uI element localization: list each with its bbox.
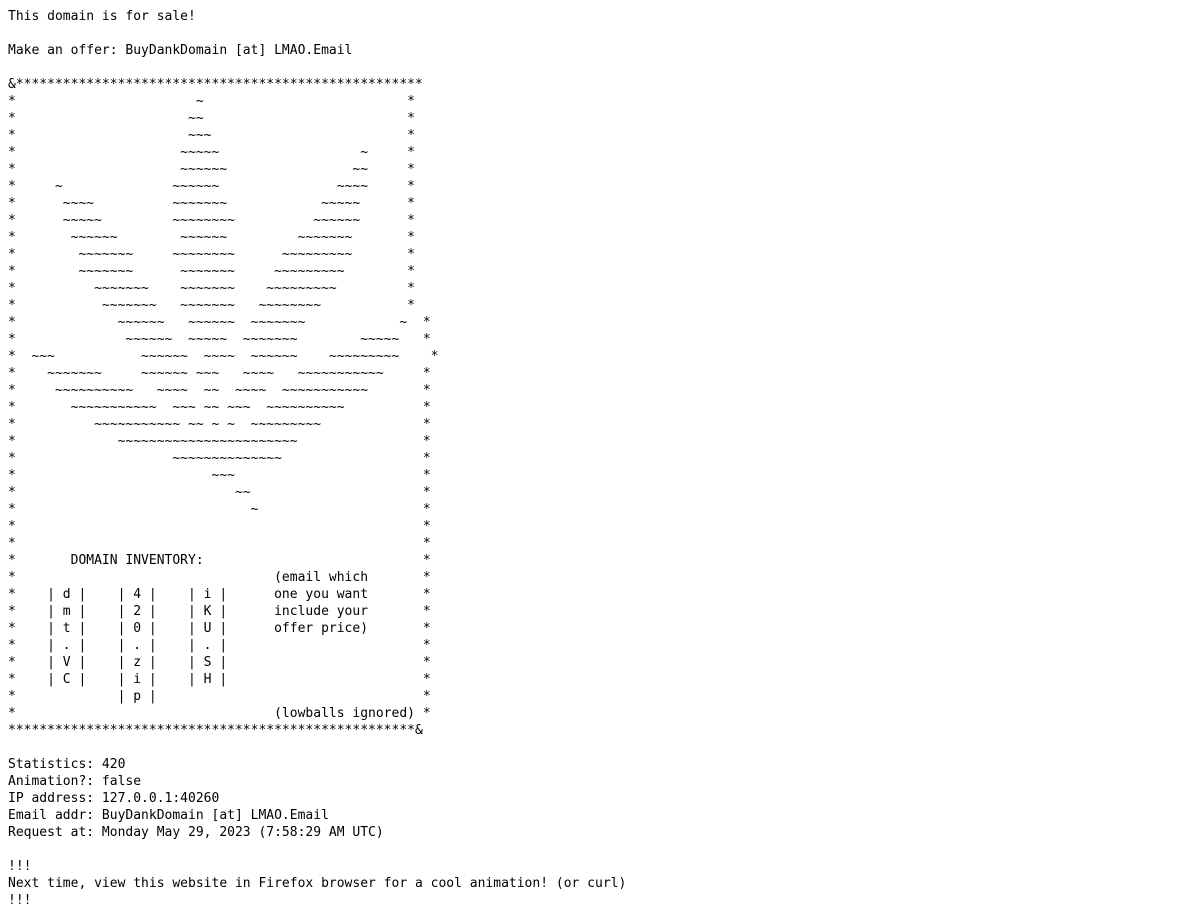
ascii-art-line: * ~ * <box>8 94 415 109</box>
ascii-art-line: * (email which * <box>8 570 431 585</box>
ascii-art-line: * ~~~~ ~~~~~~~ ~~~~~ * <box>8 196 415 211</box>
ascii-art-line: * DOMAIN INVENTORY: * <box>8 553 431 568</box>
ascii-art-line: * ~~~~~~~ ~~~~~~~ ~~~~~~~~~ * <box>8 264 415 279</box>
ascii-art-line: * | V | | z | | S | * <box>8 655 431 670</box>
ascii-art-line: * ~~~~~ ~ * <box>8 145 415 160</box>
ascii-art-line: * ~~~~~~~~~~~ ~~~ ~~ ~~~ ~~~~~~~~~~ * <box>8 400 431 415</box>
ascii-art-line: * | . | | . | | . | * <box>8 638 431 653</box>
ascii-art-line: * * <box>8 536 431 551</box>
request-time-line: Request at: Monday May 29, 2023 (7:58:29… <box>8 825 384 840</box>
ascii-art-line: * ~ * <box>8 502 431 517</box>
ascii-art-line: * ~~~ * <box>8 468 431 483</box>
ascii-art-line: * ~~~~~~~~~~~ ~~ ~ ~ ~~~~~~~~~ * <box>8 417 431 432</box>
ascii-art-box: * ~ * * ~~ * * ~~~ * * ~~~~~ ~ * * ~~~~~… <box>8 93 626 722</box>
offer-line: Make an offer: BuyDankDomain [at] LMAO.E… <box>8 43 353 58</box>
ascii-art-line: * ~~~~~~~ ~~~~~~~~ ~~~~~~~~~ * <box>8 247 415 262</box>
statistics-line: Statistics: 420 <box>8 757 126 772</box>
ascii-art-line: * | m | | 2 | | K | include your * <box>8 604 431 619</box>
bang-line-bottom: !!! <box>8 893 32 908</box>
animation-line: Animation?: false <box>8 774 142 789</box>
ascii-art-line: * ~~~~~~~~~~~~~~ * <box>8 451 431 466</box>
ascii-art-line: * ~~~~~~ ~~~~~~ ~~~~~~~ * <box>8 230 415 245</box>
ascii-art-line: * | d | | 4 | | i | one you want * <box>8 587 431 602</box>
ascii-art-line: * ~~~~~ ~~~~~~~~ ~~~~~~ * <box>8 213 415 228</box>
ascii-art-line: * ~~~ ~~~~~~ ~~~~ ~~~~~~ ~~~~~~~~~ * <box>8 349 439 364</box>
art-bottom-border: ****************************************… <box>8 723 423 738</box>
ascii-art-line: * ~~~~~~~ ~~~~~~~ ~~~~~~~~~ * <box>8 281 415 296</box>
email-address-line: Email addr: BuyDankDomain [at] LMAO.Emai… <box>8 808 329 823</box>
ascii-art-line: * ~~~~~~ ~~~~~~ ~~~~~~~ ~ * <box>8 315 431 330</box>
ascii-art-line: * ~~~~~~ ~~~~~ ~~~~~~~ ~~~~~ * <box>8 332 431 347</box>
ascii-art-line: * ~~~~~~~ ~~~~~~~ ~~~~~~~~ * <box>8 298 415 313</box>
ascii-art-line: * ~~~~~~ ~~ * <box>8 162 415 177</box>
ascii-art-line: * ~~~ * <box>8 128 415 143</box>
ascii-art-line: * | p | * <box>8 689 431 704</box>
ascii-art-line: * ~~~~~~~~~~ ~~~~ ~~ ~~~~ ~~~~~~~~~~~ * <box>8 383 431 398</box>
ip-address-line: IP address: 127.0.0.1:40260 <box>8 791 220 806</box>
ascii-art-line: * * <box>8 519 431 534</box>
ascii-art-line: * (lowballs ignored) * <box>8 706 431 721</box>
ascii-art-line: * ~~ * <box>8 111 415 126</box>
firefox-message-line: Next time, view this website in Firefox … <box>8 876 627 891</box>
ascii-art-line: * | C | | i | | H | * <box>8 672 431 687</box>
page: This domain is for sale! Make an offer: … <box>0 0 1200 922</box>
art-top-border: &***************************************… <box>8 77 423 92</box>
for-sale-line: This domain is for sale! <box>8 9 196 24</box>
ascii-art-line: * ~~ * <box>8 485 431 500</box>
ascii-art-line: * ~~~~~~~~~~~~~~~~~~~~~~~ * <box>8 434 431 449</box>
ascii-art-line: * | t | | 0 | | U | offer price) * <box>8 621 431 636</box>
bang-line-top: !!! <box>8 859 32 874</box>
ascii-art-line: * ~ ~~~~~~ ~~~~ * <box>8 179 415 194</box>
ascii-art-line: * ~~~~~~~ ~~~~~~ ~~~ ~~~~ ~~~~~~~~~~~ * <box>8 366 431 381</box>
plain-text-document: This domain is for sale! Make an offer: … <box>8 8 626 909</box>
